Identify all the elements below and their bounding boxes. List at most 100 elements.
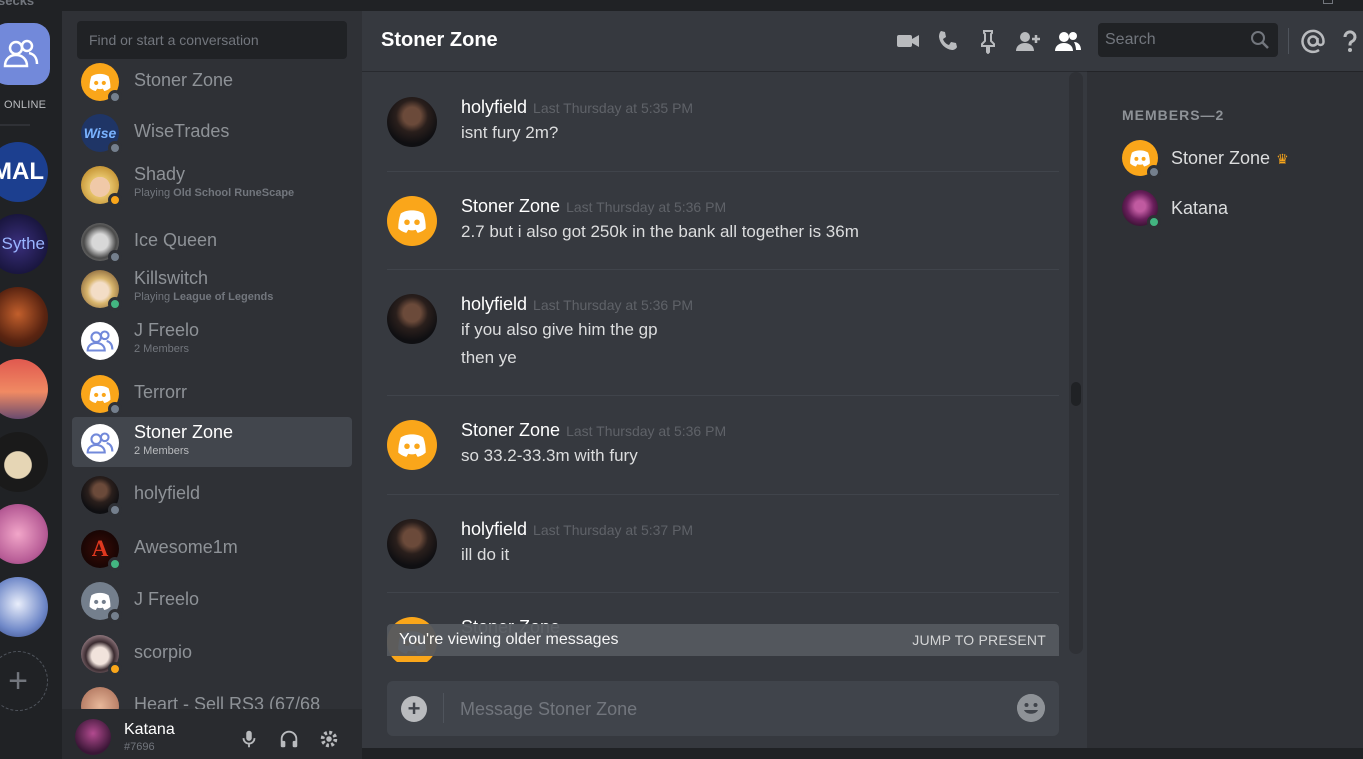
friends-home-button[interactable] [0, 23, 50, 85]
dm-item[interactable]: Killswitch Playing League of Legends [72, 263, 352, 313]
dm-avatar [81, 687, 119, 709]
dm-item[interactable]: Shady Playing Old School RuneScape [72, 159, 352, 209]
guild-mal[interactable]: MAL [0, 142, 48, 202]
maximize-icon[interactable] [1323, 0, 1333, 4]
dm-item[interactable]: Ice Queen [72, 216, 352, 266]
avatar-image [81, 687, 119, 709]
message-input[interactable] [460, 696, 1000, 722]
message-search-input[interactable]: Search [1098, 23, 1278, 57]
dm-avatar [81, 424, 119, 462]
message-avatar[interactable] [387, 97, 437, 147]
guild-sidebar: ONLINE MAL Sythe + [0, 11, 62, 748]
guild-sunset[interactable] [0, 359, 48, 419]
sythe-logo: Sythe [1, 234, 45, 253]
guild-gnome[interactable] [0, 432, 48, 492]
dm-name: Killswitch [134, 268, 209, 288]
dm-item[interactable]: A Awesome1m [72, 523, 352, 573]
dm-name: WiseTrades [134, 121, 230, 141]
dm-list-panel: Find or start a conversation Stoner Zone… [62, 11, 362, 759]
message-author[interactable]: Stoner Zone Last Thursday at 5:36 PM [461, 420, 726, 441]
dm-name: Stoner Zone [134, 70, 234, 90]
status-offline-indicator [108, 402, 122, 416]
dm-item[interactable]: Terrorr [72, 368, 352, 418]
dm-avatar [81, 375, 122, 416]
activity-prefix: Playing [134, 291, 174, 303]
chat-header: Stoner Zone Search [362, 11, 1363, 71]
dm-item[interactable]: Stoner Zone [72, 59, 352, 106]
dm-name: Ice Queen [134, 230, 218, 250]
find-conversation-search[interactable]: Find or start a conversation [77, 21, 347, 59]
emoji-picker-icon[interactable] [1017, 694, 1045, 722]
dm-avatar [81, 270, 122, 311]
guild-sythe[interactable]: Sythe [0, 214, 48, 274]
activity-game: League of Legends [173, 291, 274, 303]
video-call-icon[interactable] [895, 28, 921, 54]
dm-item[interactable]: J Freelo [72, 575, 352, 625]
voice-call-icon[interactable] [935, 28, 961, 54]
pin-icon[interactable] [975, 28, 1001, 54]
dm-avatar [81, 476, 122, 517]
message-avatar[interactable] [387, 420, 437, 470]
message-scrollbar[interactable] [1069, 72, 1083, 654]
guild-demon[interactable] [0, 287, 48, 347]
member-name: Stoner Zone [1171, 148, 1271, 168]
dm-item[interactable]: J Freelo 2 Members [72, 315, 352, 365]
members-header: MEMBERS—2 [1122, 107, 1225, 123]
dm-name: Terrorr [134, 382, 187, 402]
member-item[interactable]: Stoner Zone ♛ [1122, 140, 1352, 184]
add-server-button[interactable]: + [0, 651, 48, 711]
headphones-icon[interactable] [278, 728, 300, 750]
jump-to-present-button[interactable]: JUMP TO PRESENT [912, 632, 1046, 648]
author-name[interactable]: Stoner Zone [461, 420, 560, 440]
status-online-indicator [108, 297, 122, 311]
title-bar: secks [0, 0, 1363, 11]
guild-anime[interactable] [0, 577, 48, 637]
guild-buu[interactable] [0, 504, 48, 564]
message-avatar[interactable] [387, 294, 437, 344]
message-author[interactable]: Stoner Zone Last Thursday at 5:36 PM [461, 196, 726, 217]
mentions-icon[interactable] [1300, 28, 1326, 54]
user-avatar[interactable] [75, 719, 111, 755]
dm-item[interactable]: Heart - Sell RS3 (67/68 [72, 680, 352, 709]
message-text: then ye [461, 348, 517, 367]
message-timestamp: Last Thursday at 5:37 PM [533, 522, 694, 538]
message-avatar[interactable] [387, 196, 437, 246]
plus-icon: + [407, 696, 421, 721]
member-list-icon[interactable] [1055, 28, 1081, 54]
dm-item[interactable]: Wise WiseTrades [72, 107, 352, 157]
message-list: holyfield Last Thursday at 5:35 PM isnt fu… [387, 72, 1059, 662]
online-count-label: ONLINE [4, 99, 47, 111]
message-composer: + [387, 681, 1059, 736]
author-name[interactable]: holyfield [461, 97, 527, 117]
message-author[interactable]: holyfield Last Thursday at 5:35 PM [461, 97, 693, 118]
member-item[interactable]: Katana [1122, 190, 1352, 234]
member-avatar [1122, 140, 1161, 179]
add-friend-icon[interactable] [1015, 28, 1041, 54]
scrollbar-thumb[interactable] [1071, 382, 1081, 406]
user-panel: Katana #7696 [62, 709, 362, 759]
message-text: if you also give him the gp [461, 320, 658, 339]
dm-avatar: Wise [81, 114, 122, 155]
message-divider [387, 494, 1059, 495]
upload-button[interactable]: + [401, 696, 427, 722]
member-list-panel: MEMBERS—2 Stoner Zone ♛ Katana [1087, 71, 1363, 748]
microphone-icon[interactable] [238, 728, 260, 750]
message-author[interactable]: holyfield Last Thursday at 5:36 PM [461, 294, 693, 315]
dm-name: Stoner Zone [134, 422, 234, 442]
older-messages-notice: You're viewing older messages [399, 631, 619, 648]
avatar-image [81, 322, 119, 360]
friends-icon [3, 39, 39, 68]
status-offline-indicator [108, 609, 122, 623]
settings-gear-icon[interactable] [318, 728, 340, 750]
dm-item[interactable]: holyfield [72, 469, 352, 519]
dm-item[interactable]: scorpio [72, 628, 352, 678]
message-author[interactable]: holyfield Last Thursday at 5:37 PM [461, 519, 693, 540]
activity-game: Old School RuneScape [173, 187, 295, 199]
message-avatar[interactable] [387, 519, 437, 569]
message-timestamp: Last Thursday at 5:36 PM [533, 297, 694, 313]
author-name[interactable]: Stoner Zone [461, 196, 560, 216]
help-icon[interactable] [1337, 28, 1363, 54]
dm-item[interactable]: Stoner Zone 2 Members [72, 417, 352, 467]
author-name[interactable]: holyfield [461, 294, 527, 314]
author-name[interactable]: holyfield [461, 519, 527, 539]
